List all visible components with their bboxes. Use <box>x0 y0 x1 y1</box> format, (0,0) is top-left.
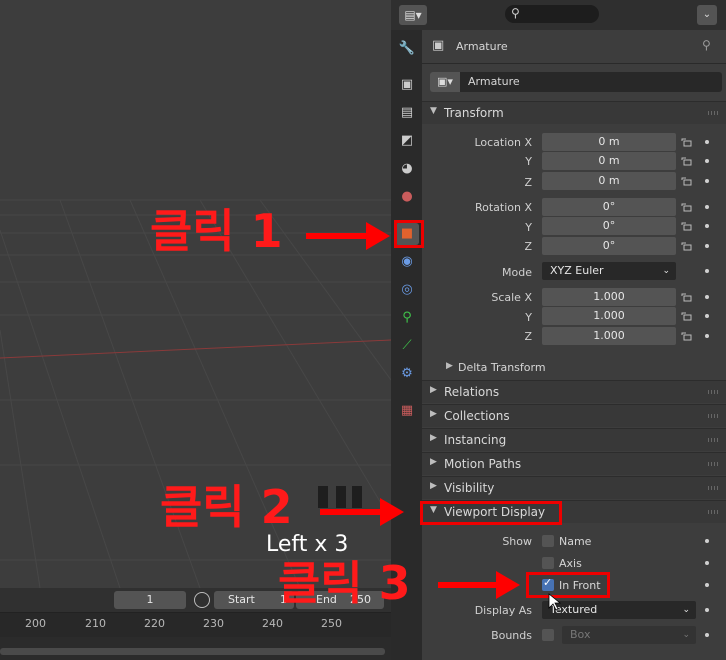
mouse-cursor-icon <box>548 593 562 611</box>
annotation-arrows <box>306 222 562 611</box>
